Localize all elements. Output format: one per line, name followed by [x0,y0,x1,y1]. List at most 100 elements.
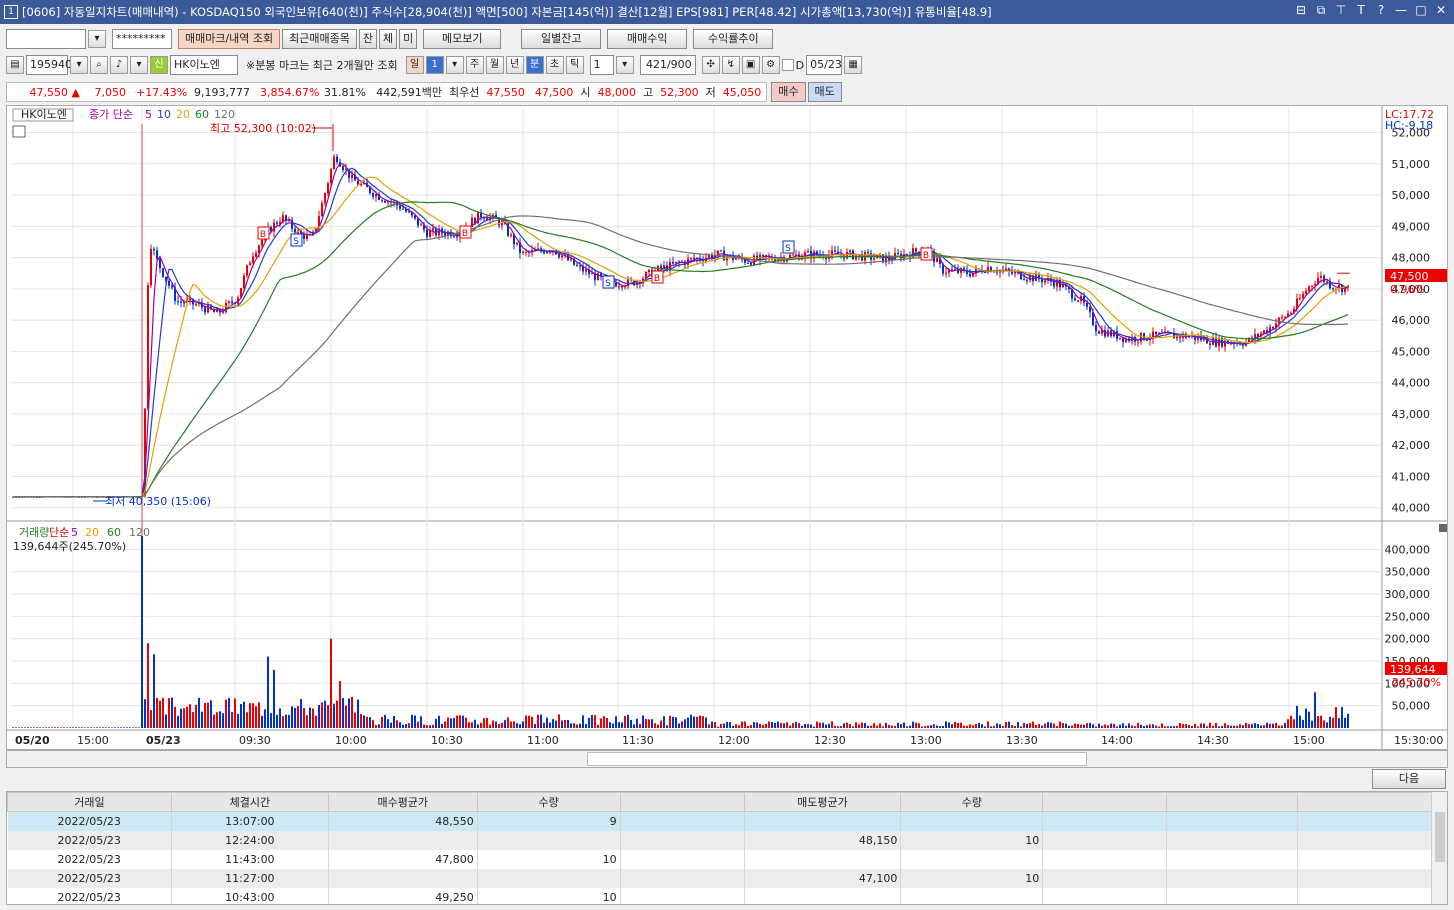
candle-body [618,286,620,288]
volume-bar [759,723,761,728]
table-cell: 11:43:00 [171,849,329,869]
maximize-icon[interactable]: □ [1414,3,1428,18]
period-second[interactable]: 초 [545,56,564,74]
table-row[interactable]: 2022/05/23 10:43:00 49,250 10 [7,887,1432,904]
candle-body [246,265,248,276]
period-year[interactable]: 년 [505,56,524,74]
save-icon[interactable]: ▣ [741,56,760,74]
close-icon[interactable]: ✕ [1434,3,1448,18]
candle-body [558,254,560,258]
period-week[interactable]: 주 [465,56,484,74]
period-minute[interactable]: 분 [525,56,544,74]
column-header[interactable]: 수량 [476,792,621,812]
vol-badge-label: 139,644 [1390,663,1436,676]
x-tick-label: 14:00 [1101,734,1133,747]
tick-dropdown-icon[interactable]: ▾ [615,56,634,74]
y-tick-label: 43,000 [1392,408,1431,421]
code-dropdown-icon[interactable]: ▾ [70,56,88,74]
volume-bar [846,722,848,728]
daily-balance-button[interactable]: 일별잔고 [521,29,602,49]
price-chart[interactable]: 52,000 51,000 50,000 49,000 48,000 47,000 46,0… [6,105,1448,750]
link-icon[interactable]: ⊟ [1294,3,1308,18]
pane-collapse-icon[interactable] [1439,524,1447,532]
layout-icon[interactable]: ▤ [6,56,24,74]
memo-button[interactable]: 메모보기 [423,29,502,49]
tool-icon[interactable]: ✣ [701,56,720,74]
code-input[interactable]: 195940 [26,55,72,75]
table-row[interactable]: 2022/05/23 11:27:00 47,100 10 [7,868,1432,888]
period-month[interactable]: 월 [485,56,504,74]
copy-icon[interactable]: ⧉ [1314,3,1328,18]
volume-bar [645,719,647,728]
period-day-count[interactable]: 1 [425,56,444,74]
candle-body [153,248,155,251]
minimize-icon[interactable]: — [1394,3,1408,18]
chart-canvas[interactable]: 52,00051,00050,00049,00048,00047,00046,0… [7,106,1447,749]
gear-icon[interactable]: ⚙ [761,56,780,74]
period-day[interactable]: 일 [405,56,424,74]
table-cell [900,811,1044,831]
period-dropdown-icon[interactable]: ▾ [445,56,464,74]
column-header[interactable] [1042,792,1168,812]
date-checkbox[interactable] [781,59,794,71]
volume-bar [879,723,881,728]
return-trend-button[interactable]: 수익률추이 [693,29,774,49]
count-field[interactable]: 421/900 [639,55,696,75]
table-cell: 13:07:00 [171,811,329,831]
volume-bar [48,727,50,728]
volume-bar [303,708,305,728]
volume-bar [1152,724,1154,728]
help-icon[interactable]: ? [1374,3,1388,18]
column-header[interactable]: 체결시간 [170,792,329,812]
volume-bar [861,722,863,728]
filled-button[interactable]: 체 [379,29,398,49]
account-input[interactable] [6,29,86,49]
table-row[interactable]: 2022/05/23 13:07:00 48,550 9 [7,811,1432,831]
buy-button[interactable]: 매수 [771,82,806,102]
balance-button[interactable]: 잔 [358,29,378,49]
grid-toggle-icon[interactable] [12,125,26,138]
table-row[interactable]: 2022/05/23 12:24:00 48,150 10 [7,830,1432,850]
volume-bar [501,722,503,728]
period-tick[interactable]: 틱 [565,56,584,74]
volume-bar [1326,722,1328,728]
sell-button[interactable]: 매도 [807,82,842,102]
recent-trade-button[interactable]: 최근매매종목 [282,29,357,49]
low-note: 최저 40,350 (15:06) [105,495,211,508]
unfilled-button[interactable]: 미 [399,29,418,49]
column-header[interactable] [619,792,745,812]
trade-mark-query-button[interactable]: 매매마크/내역 조회 [178,29,281,49]
search-icon[interactable]: ⌕ [90,56,108,74]
candle-body [402,208,404,210]
column-header[interactable]: 거래일 [7,792,172,812]
chart-scrollbar[interactable] [6,750,1448,768]
volume-bar [1269,723,1271,728]
column-header[interactable] [1297,792,1432,812]
text-icon[interactable]: T [1354,3,1368,18]
account-dropdown-icon[interactable]: ▾ [88,30,106,48]
column-header[interactable]: 수량 [900,792,1044,812]
draw-icon[interactable]: ↯ [721,56,740,74]
scroll-thumb[interactable] [587,752,1087,766]
volume-bar [336,700,338,728]
password-input[interactable]: ********* [112,29,172,49]
date-input[interactable]: 05/23 [806,55,843,75]
volume-bar [600,718,602,728]
volume-bar [1116,726,1118,728]
speaker-icon[interactable]: ♪ [110,56,128,74]
table-row[interactable]: 2022/05/23 11:43:00 47,800 10 [7,849,1432,869]
volume-bar [771,721,773,728]
next-button[interactable]: 다음 [1372,769,1446,789]
volume-bar [1203,723,1205,728]
column-header[interactable]: 매도평균가 [743,792,902,812]
pin-icon[interactable]: ⊤ [1334,3,1348,18]
column-header[interactable] [1166,792,1299,812]
calendar-icon[interactable]: ▦ [844,56,863,74]
volume-bar [786,722,788,728]
table-scrollbar[interactable] [1431,792,1447,904]
volume-bar [843,723,845,728]
tick-value-input[interactable]: 1 [589,55,614,75]
speaker-dropdown-icon[interactable]: ▾ [130,56,148,74]
trade-profit-button[interactable]: 매매수익 [607,29,688,49]
column-header[interactable]: 매수평균가 [327,792,478,812]
